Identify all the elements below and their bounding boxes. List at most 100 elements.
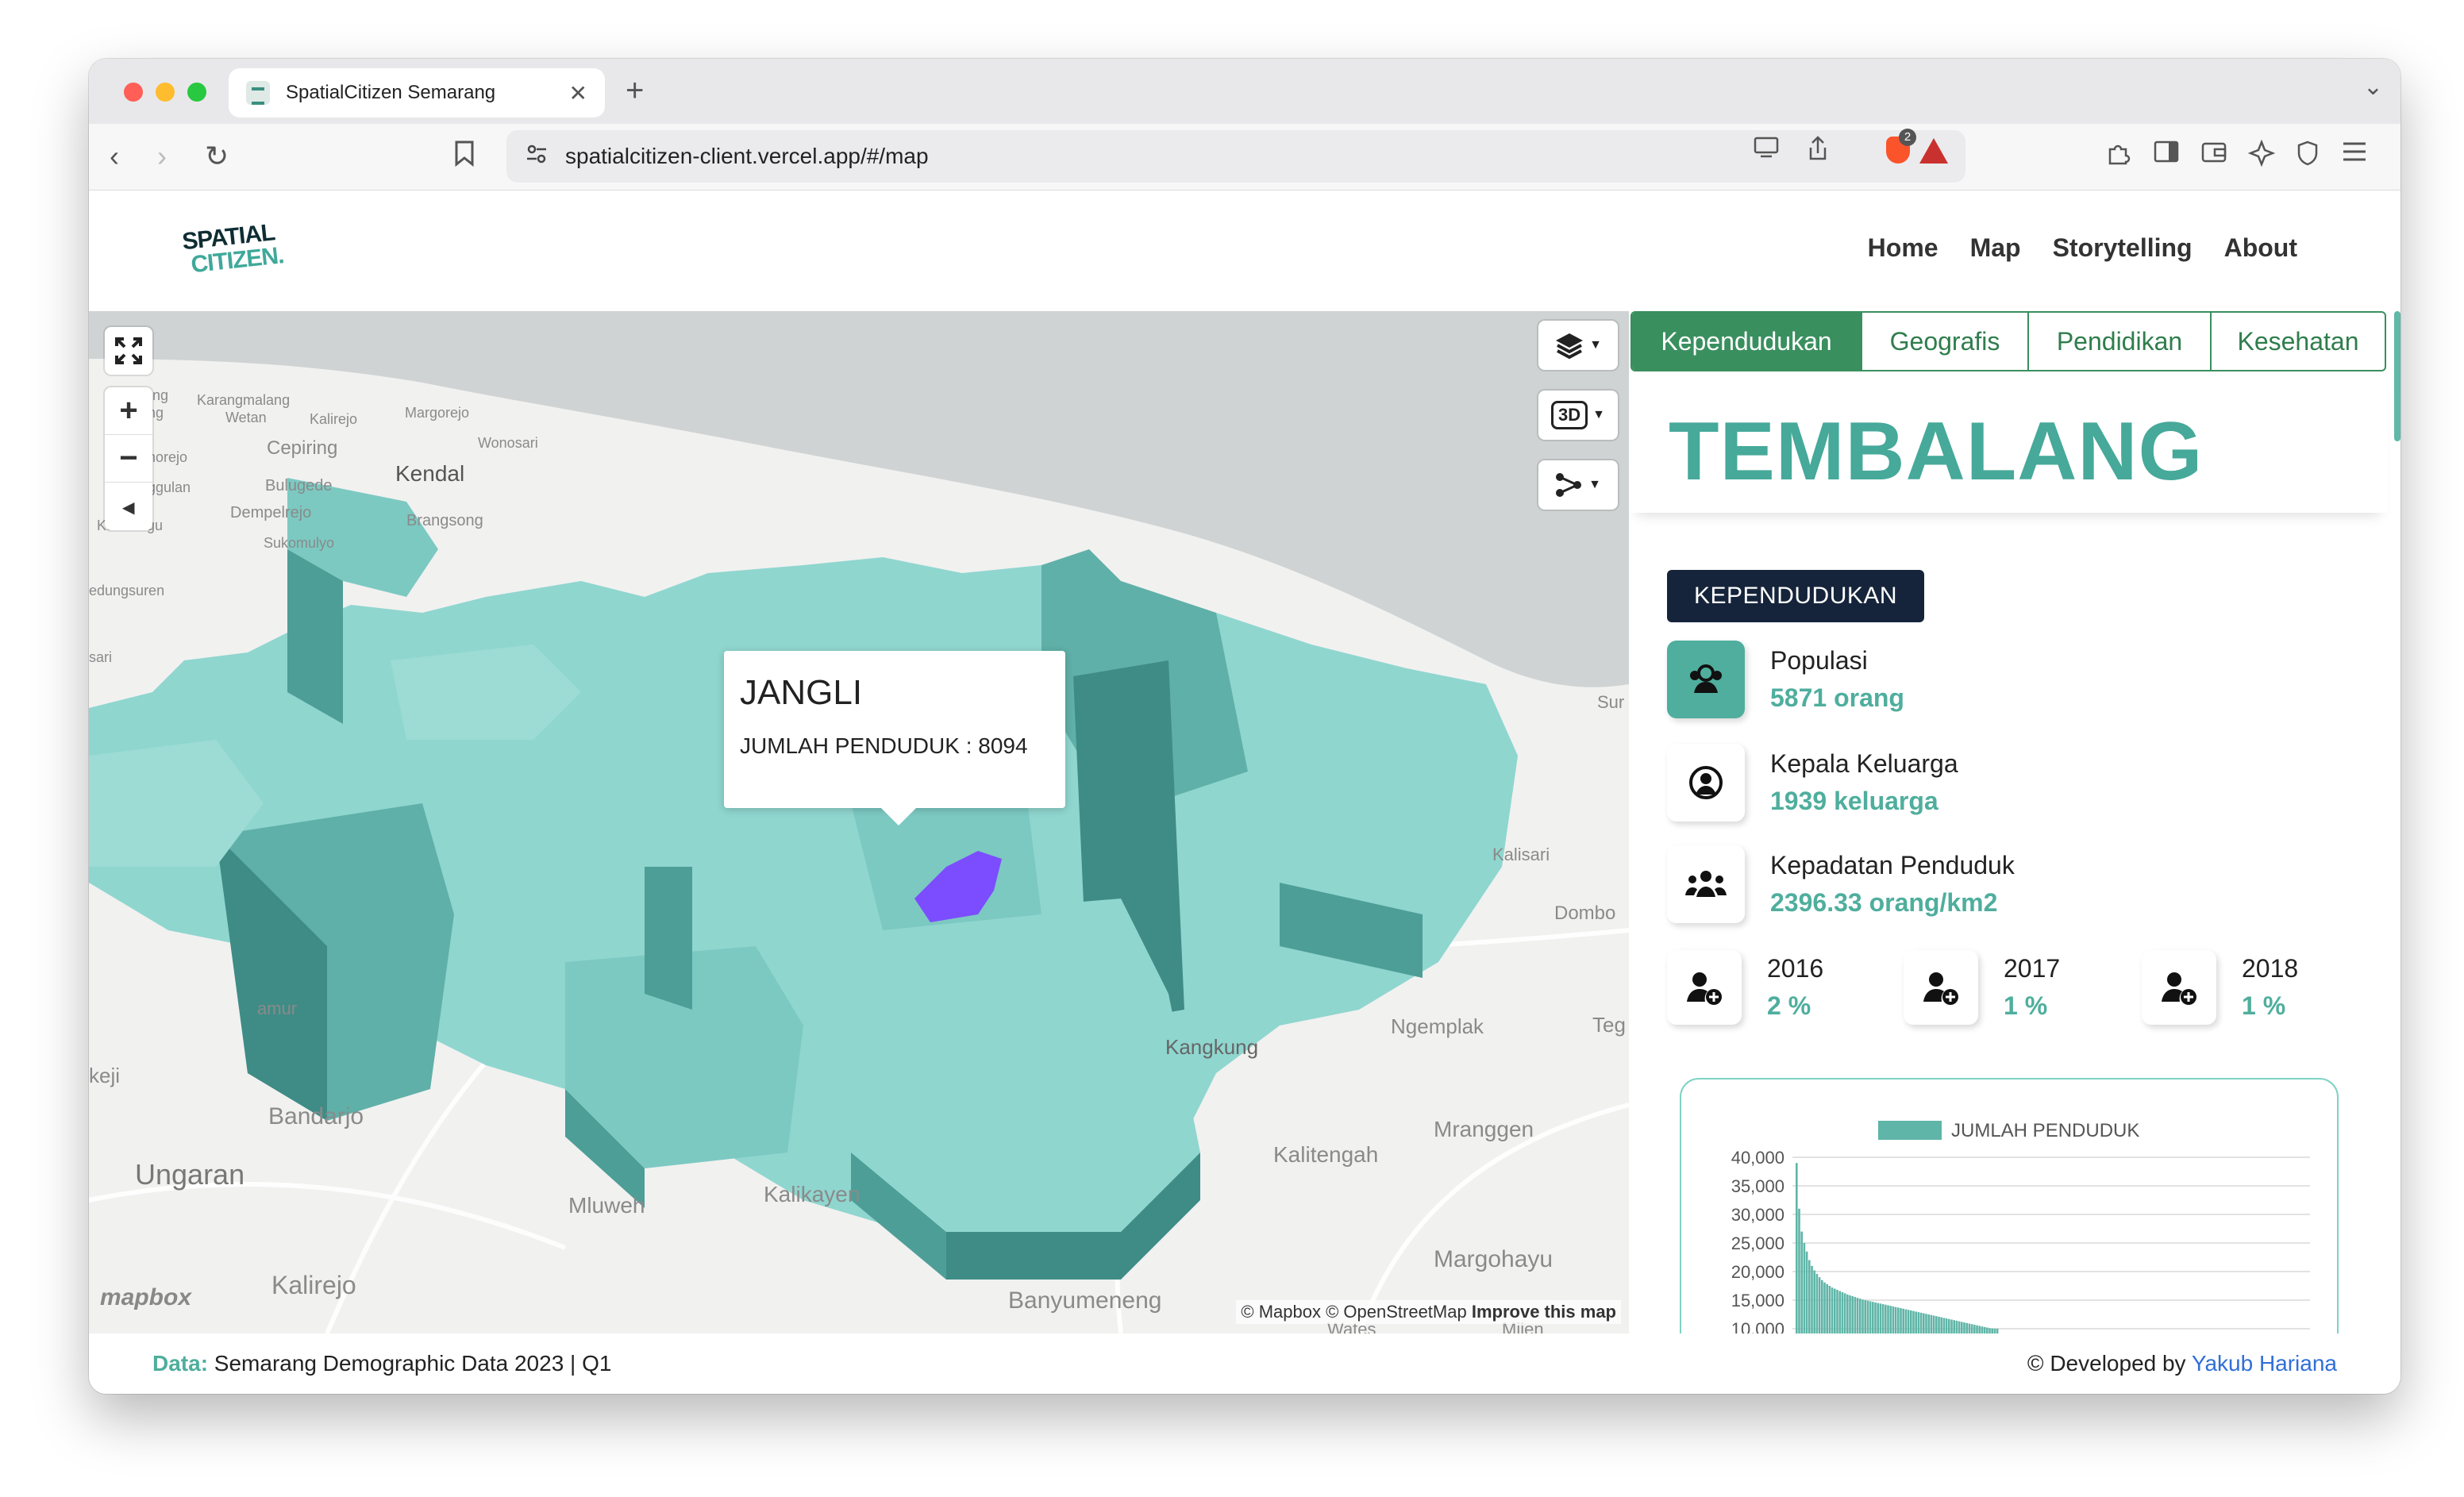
map-label: horejo xyxy=(148,449,187,465)
credits-prefix: © Developed by xyxy=(2027,1351,2192,1376)
bar xyxy=(1889,1306,1892,1333)
bar xyxy=(1798,1208,1800,1333)
compass-button[interactable]: ◂ xyxy=(105,483,152,530)
bar xyxy=(1813,1270,1815,1333)
map-label: Kalirejo xyxy=(310,411,357,427)
tab-kesehatan[interactable]: Kesehatan xyxy=(2212,313,2385,370)
fullscreen-icon xyxy=(115,337,142,364)
data-label: Data: xyxy=(152,1351,209,1376)
bar xyxy=(1976,1325,1978,1333)
bar xyxy=(1881,1304,1885,1333)
population-chart-card: JUMLAH PENDUDUK 40,000 35,000 30,000 25,000… xyxy=(1680,1078,2339,1333)
browser-tab[interactable]: SpatialCitizen Semarang ✕ xyxy=(229,68,605,117)
brave-rewards-icon[interactable] xyxy=(1919,138,1948,164)
nav-home[interactable]: Home xyxy=(1868,233,1938,263)
new-tab-button[interactable]: + xyxy=(626,73,644,109)
bar xyxy=(1958,1321,1961,1333)
bar xyxy=(1800,1231,1803,1333)
area-title: TEMBALANG xyxy=(1669,406,2204,498)
wallet-icon[interactable] xyxy=(2200,140,2227,170)
kk-label: Kepala Keluarga xyxy=(1770,749,1958,778)
map-label: Brangsong xyxy=(406,512,483,529)
bar xyxy=(1989,1328,1991,1333)
zoom-window-button[interactable] xyxy=(187,83,206,102)
tab-geografis[interactable]: Geografis xyxy=(1862,313,2029,370)
tab-list-button[interactable]: ⌄ xyxy=(2363,73,2383,101)
back-button[interactable]: ‹ xyxy=(110,140,119,173)
shield-count-badge: 2 xyxy=(1899,129,1916,146)
close-window-button[interactable] xyxy=(124,83,143,102)
vpn-icon[interactable] xyxy=(2296,140,2320,173)
bar xyxy=(1843,1293,1846,1333)
nav-map[interactable]: Map xyxy=(1970,233,2021,263)
layers-dropdown[interactable]: ▼ xyxy=(1538,321,1618,370)
share-icon[interactable] xyxy=(1807,135,1829,168)
bar xyxy=(1965,1322,1968,1333)
map-label: Dempelrejo xyxy=(230,504,311,521)
map-label: Dombo xyxy=(1554,902,1615,924)
spatialcitizen-logo[interactable]: SPATIAL CITIZEN. xyxy=(181,219,285,294)
bar xyxy=(1836,1290,1838,1333)
map-label: Kendal xyxy=(395,461,464,486)
populasi-value: 5871 orang xyxy=(1770,683,1904,712)
panel-scrollbar[interactable] xyxy=(2394,311,2400,441)
map-label: Ungaran xyxy=(135,1158,244,1191)
improve-map-link[interactable]: Improve this map xyxy=(1472,1302,1616,1322)
bar xyxy=(1796,1163,1798,1333)
stat-populasi: Populasi 5871 orang xyxy=(1667,640,1904,719)
map-canvas[interactable]: Karangmalang Wetan Kalirejo Margorejo Wo… xyxy=(89,311,1629,1333)
bar xyxy=(1877,1303,1879,1333)
tab-kependudukan[interactable]: Kependudukan xyxy=(1632,313,1862,370)
bar xyxy=(1915,1311,1917,1333)
data-source: Data: Semarang Demographic Data 2023 | Q… xyxy=(152,1351,611,1376)
network-dropdown[interactable]: ▼ xyxy=(1538,460,1618,510)
site-settings-icon[interactable] xyxy=(526,143,548,171)
map-label: Margorejo xyxy=(405,405,469,421)
reload-button[interactable]: ↻ xyxy=(205,140,229,173)
stat-kepadatan: Kepadatan Penduduk 2396.33 orang/km2 xyxy=(1667,845,2015,924)
bar xyxy=(1970,1324,1973,1333)
map-label: Wonosari xyxy=(478,435,538,451)
minimize-window-button[interactable] xyxy=(156,83,175,102)
zoom-out-button[interactable]: − xyxy=(105,435,152,483)
map-label: Kalisari xyxy=(1492,845,1550,864)
layers-icon xyxy=(1556,333,1584,359)
bar xyxy=(1872,1302,1874,1333)
zoom-in-button[interactable]: + xyxy=(105,387,152,435)
bookmark-icon[interactable] xyxy=(454,140,475,174)
forward-button[interactable]: › xyxy=(157,140,167,173)
attribution-text[interactable]: © Mapbox © OpenStreetMap xyxy=(1241,1302,1466,1322)
bar xyxy=(1854,1297,1857,1333)
address-bar[interactable]: spatialcitizen-client.vercel.app/#/map xyxy=(506,130,1965,183)
bar xyxy=(1907,1310,1910,1333)
browser-toolbar: ‹ › ↻ spatialcitizen-client.vercel.app/#… xyxy=(89,124,2400,190)
map-label: Mluweh xyxy=(568,1193,645,1218)
area-title-card: TEMBALANG xyxy=(1629,371,2388,513)
extensions-icon[interactable] xyxy=(2105,140,2132,173)
kk-value: 1939 keluarga xyxy=(1770,787,1938,815)
bar xyxy=(1823,1282,1826,1333)
fullscreen-button[interactable] xyxy=(105,327,152,375)
chevron-down-icon: ▼ xyxy=(1589,338,1602,352)
map-label: Cepiring xyxy=(267,437,337,459)
3d-toggle-dropdown[interactable]: 3D ▼ xyxy=(1538,391,1618,440)
bar xyxy=(1892,1306,1895,1333)
nav-storytelling[interactable]: Storytelling xyxy=(2053,233,2193,263)
growth-value: 1 % xyxy=(2004,991,2048,1020)
author-link[interactable]: Yakub Hariana xyxy=(2192,1351,2337,1376)
menu-icon[interactable] xyxy=(2342,140,2367,169)
population-chart: JUMLAH PENDUDUK 40,000 35,000 30,000 25,000… xyxy=(1731,1120,2310,1333)
leo-ai-icon[interactable] xyxy=(2247,139,2276,173)
kepadatan-label: Kepadatan Penduduk xyxy=(1770,851,2015,879)
tab-close-button[interactable]: ✕ xyxy=(569,80,587,106)
sidebar-icon[interactable] xyxy=(2153,140,2180,170)
growth-value: 1 % xyxy=(2242,991,2286,1020)
nav-about[interactable]: About xyxy=(2224,233,2297,263)
tab-pendidikan[interactable]: Pendidikan xyxy=(2029,313,2212,370)
cast-icon[interactable] xyxy=(1753,135,1780,165)
map-label: Kalikayen xyxy=(764,1182,860,1206)
mapbox-logo[interactable]: mapbox xyxy=(100,1284,191,1311)
favicon-icon xyxy=(246,81,270,105)
household-head-icon xyxy=(1667,744,1745,822)
bar xyxy=(1930,1314,1933,1333)
